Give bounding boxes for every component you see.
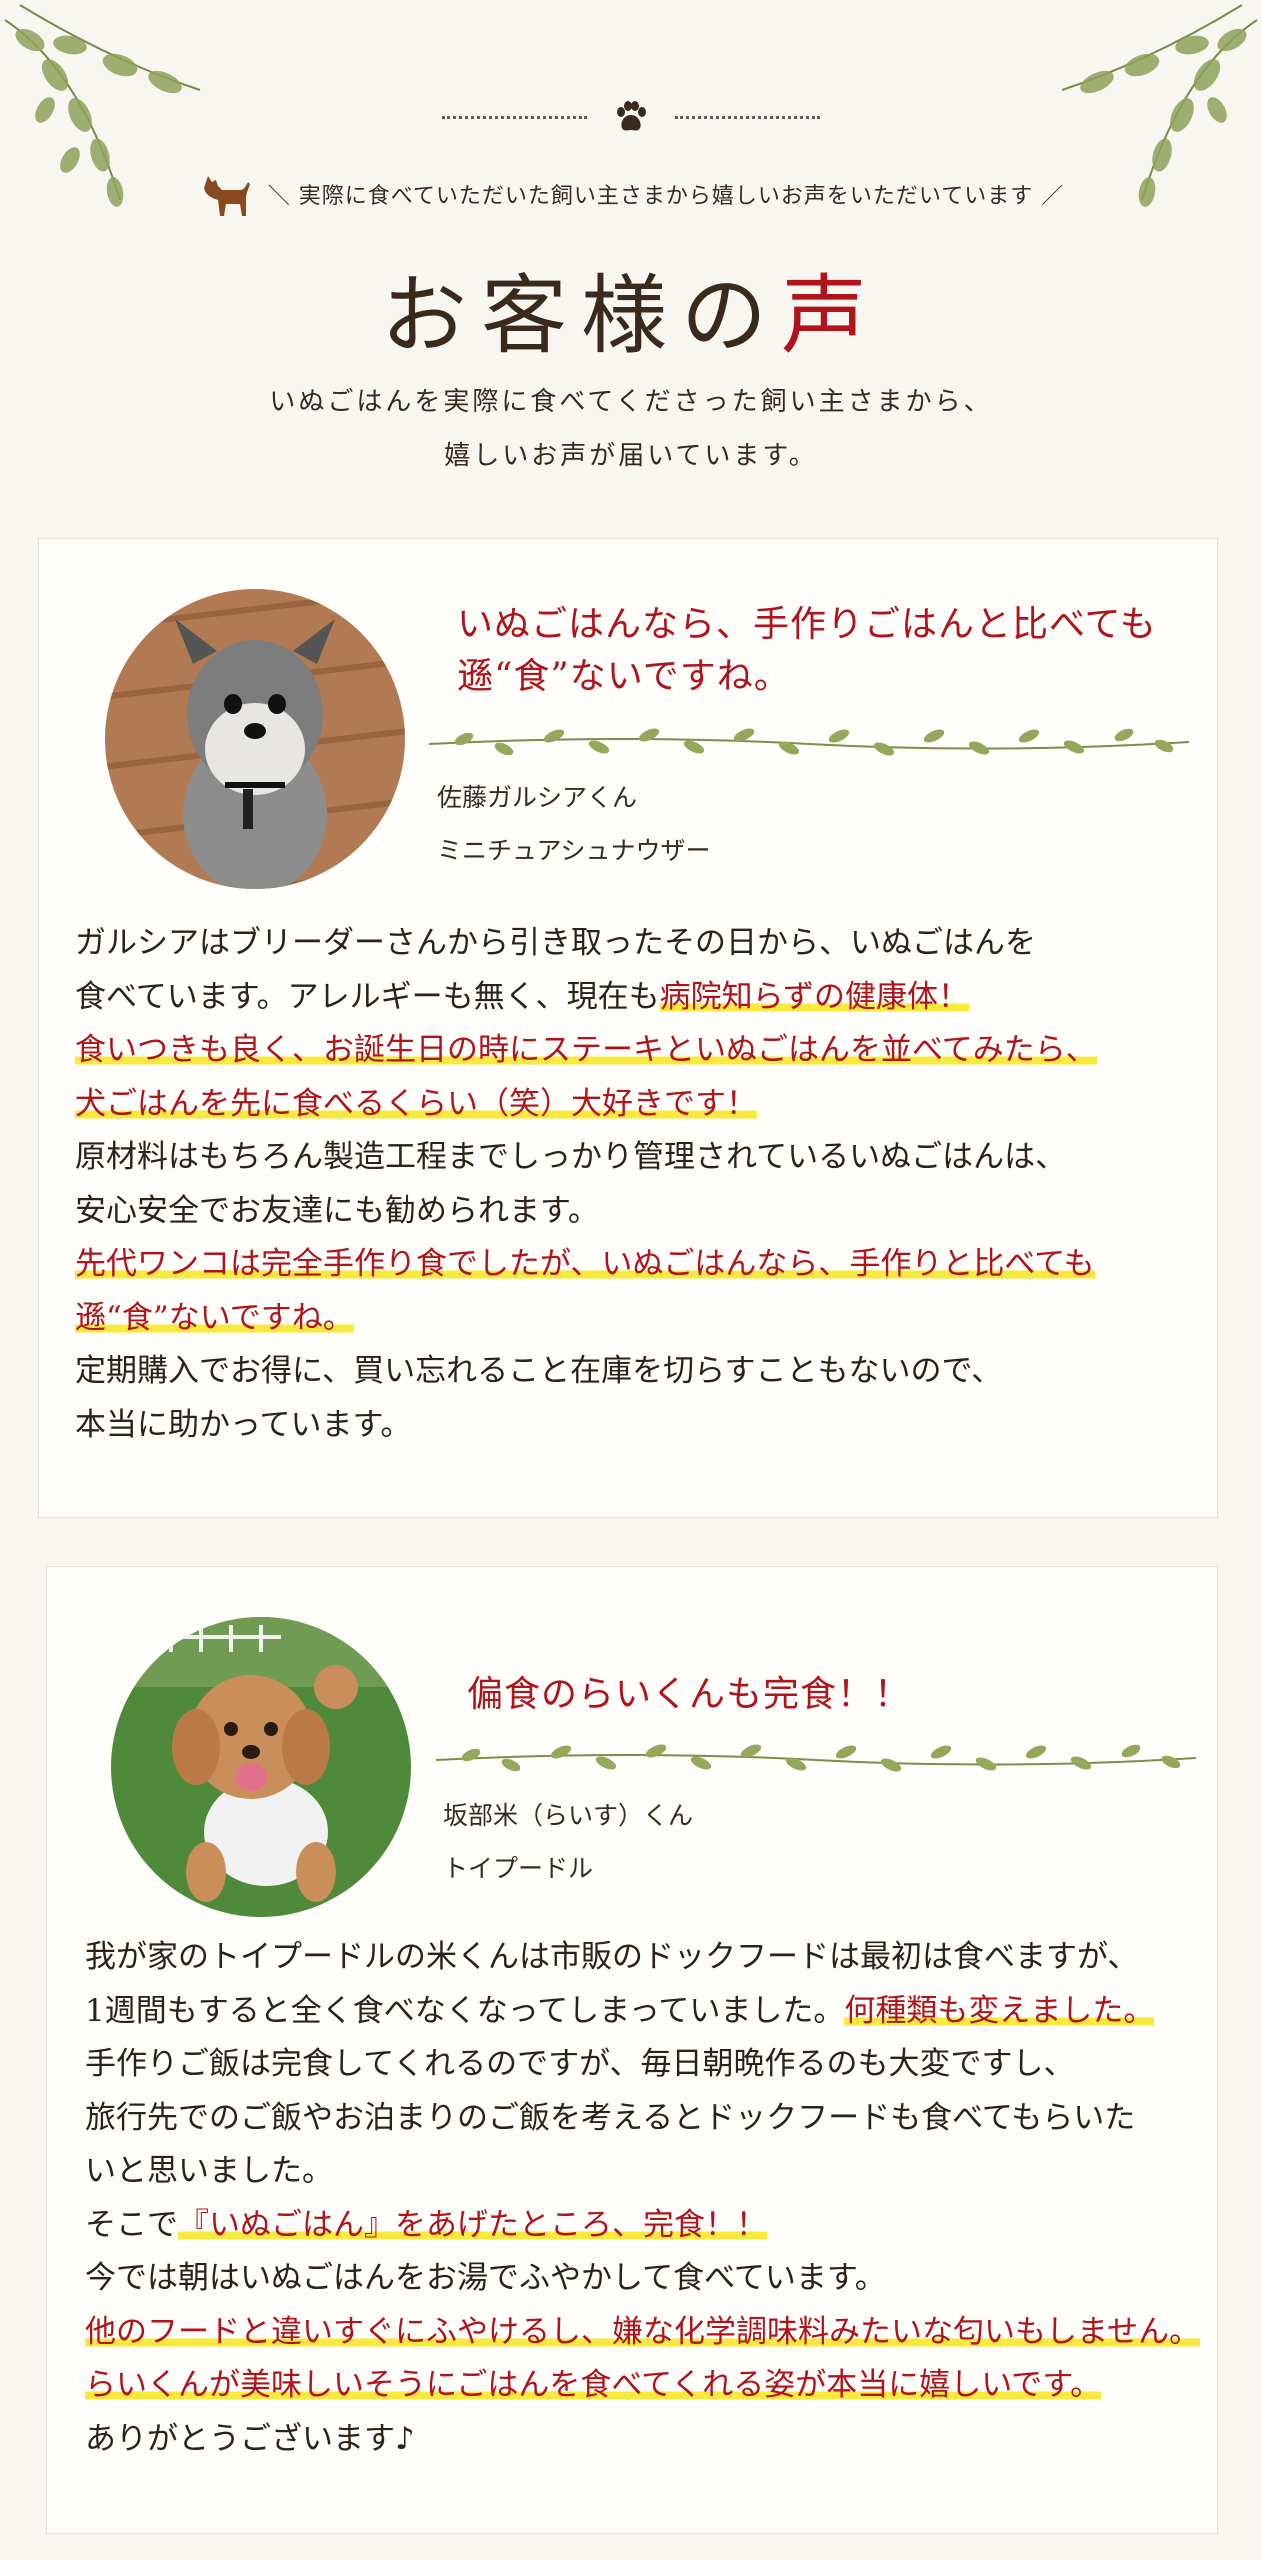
dotted-line-right — [675, 115, 820, 119]
body-line: そこで『いぬごはん』をあげたところ、完食！！ — [85, 2199, 1200, 2253]
body-text: 原材料はもちろん製造工程までしっかり管理されているいぬごはんは、 — [75, 1139, 1067, 1175]
title-main: お客様の — [381, 266, 781, 366]
body-line: 他のフードと違いすぐにふやけるし、嫌な化学調味料みたいな匂いもしません。 — [85, 2306, 1201, 2360]
headline-line-1: 偏食のらいくんも完食！！ — [467, 1674, 912, 1715]
body-line: 手作りご飯は完食してくれるのですが、毎日朝晩作るのも大変ですし、 — [85, 2038, 1200, 2092]
body-line: 安心安全でお友達にも勧められます。 — [75, 1185, 1097, 1239]
intro-line-2: 嬉しいお声が届いています。 — [444, 441, 818, 471]
body-line: ガルシアはブリーダーさんから引き取ったその日から、いぬごはんを — [75, 917, 1097, 971]
body-text: いと思いました。 — [85, 2153, 333, 2189]
dog-name: 坂部米（らいす）くん — [443, 1801, 694, 1830]
body-line: 食いつきも良く、お誕生日の時にステーキといぬごはんを並べてみたら、 — [75, 1024, 1097, 1078]
highlighted-text: 犬ごはんを先に食べるくらい（笑）大好きです！ — [75, 1085, 757, 1122]
body-text: 安心安全でお友達にも勧められます。 — [75, 1192, 599, 1229]
body-text: 旅行先でのご飯やお泊まりのご飯を考えるとドックフードも食べてもらいた — [85, 2099, 1136, 2136]
highlighted-text: らいくんが美味しいそうにごはんを食べてくれる姿が本当に嬉しいです。 — [85, 2367, 1102, 2403]
body-line: 旅行先でのご飯やお泊まりのご飯を考えるとドックフードも食べてもらいた — [85, 2092, 1200, 2146]
paw-icon — [617, 101, 646, 131]
dog-photo-schnauzer — [105, 589, 405, 889]
testimonial-headline: 偏食のらいくんも完食！！ — [467, 1669, 1187, 1721]
testimonial-body: 我が家のトイプードルの米くんは市販のドックフードは最初は食べますが、 1週間もする… — [85, 1931, 1201, 2467]
body-line: 食べています。アレルギーも無く、現在も病院知らずの健康体！ — [75, 971, 1097, 1025]
body-text: 定期購入でお得に、買い忘れること在庫を切らすこともないので、 — [75, 1353, 1003, 1389]
dog-breed: ミニチュアシュナウザー — [437, 836, 711, 865]
highlighted-text: 『いぬごはん』をあげたところ、完食！！ — [178, 2206, 767, 2243]
body-line: 定期購入でお得に、買い忘れること在庫を切らすこともないので、 — [75, 1345, 1097, 1399]
dog-breed: トイプードル — [443, 1854, 594, 1883]
testimonial-body: ガルシアはブリーダーさんから引き取ったその日から、いぬごはんを 食べています。アレ… — [75, 917, 1097, 1452]
dog-name: 佐藤ガルシアくん — [437, 783, 638, 812]
testimonial-card-1: いぬごはんなら、手作りごはんと比べても 遜“食”ないですね。 佐藤ガルシアくん … — [38, 538, 1218, 1518]
highlighted-text: 遜“食”ないですね。 — [75, 1299, 354, 1336]
highlighted-text: 食いつきも良く、お誕生日の時にステーキといぬごはんを並べてみたら、 — [75, 1032, 1097, 1068]
header-section: ＼ 実際に食べていただいた飼い主さまから嬉しいお声をいただいています ／ お客様… — [0, 0, 1262, 520]
body-line: 今では朝はいぬごはんをお湯でふやかして食べています。 — [85, 2252, 1200, 2306]
highlighted-text: 病院知らずの健康体！ — [659, 978, 970, 1015]
body-text: 我が家のトイプードルの米くんは市販のドックフードは最初は食べますが、 — [85, 1939, 1139, 1975]
dog-meta: 坂部米（らいす）くん トイプードル — [443, 1789, 693, 1895]
testimonial-headline: いぬごはんなら、手作りごはんと比べても 遜“食”ないですね。 — [457, 599, 1197, 703]
dog-meta: 佐藤ガルシアくん ミニチュアシュナウザー — [437, 771, 711, 877]
eyebrow-text: ＼ 実際に食べていただいた飼い主さまから嬉しいお声をいただいています ／ — [267, 184, 1065, 209]
highlighted-text: 他のフードと違いすぐにふやけるし、嫌な化学調味料みたいな匂いもしません。 — [85, 2313, 1201, 2350]
vine-divider — [428, 728, 1190, 756]
body-line: 原材料はもちろん製造工程までしっかり管理されているいぬごはんは、 — [75, 1131, 1097, 1185]
vine-divider — [435, 1744, 1197, 1772]
title-accent: 声 — [781, 266, 881, 366]
headline-line-2: 遜“食”ないですね。 — [457, 656, 791, 697]
body-text: 本当に助かっています。 — [75, 1406, 412, 1443]
body-line: いと思いました。 — [85, 2145, 1200, 2199]
headline-line-1: いぬごはんなら、手作りごはんと比べても — [457, 604, 1157, 645]
body-line: 遜“食”ないですね。 — [75, 1292, 1097, 1346]
testimonial-card-2: 偏食のらいくんも完食！！ 坂部米（らいす）くん トイプードル 我が家のトイプード… — [46, 1566, 1218, 2534]
dotted-line-left — [442, 115, 587, 119]
body-text: 1週間もすると全く食べなくなってしまっていました。 — [85, 1992, 845, 2029]
highlighted-text: 何種類も変えました。 — [844, 1992, 1155, 2029]
paw-divider — [0, 100, 1262, 134]
dog-silhouette-icon — [203, 176, 250, 216]
body-line: 1週間もすると全く食べなくなってしまっていました。何種類も変えました。 — [85, 1985, 1200, 2039]
body-line: 犬ごはんを先に食べるくらい（笑）大好きです！ — [75, 1078, 1097, 1132]
body-line: 先代ワンコは完全手作り食でしたが、いぬごはんなら、手作りと比べても — [75, 1238, 1097, 1292]
page-title: お客様の声 — [0, 245, 1262, 370]
intro-line-1: いぬごはんを実際に食べてくださった飼い主さまから、 — [269, 387, 993, 417]
body-text: ありがとうございます♪ — [85, 2420, 415, 2457]
body-line: ありがとうございます♪ — [85, 2413, 1200, 2467]
eyebrow-row: ＼ 実際に食べていただいた飼い主さまから嬉しいお声をいただいています ／ — [0, 168, 1262, 220]
intro-text: いぬごはんを実際に食べてくださった飼い主さまから、 嬉しいお声が届いています。 — [0, 375, 1262, 483]
body-line: 我が家のトイプードルの米くんは市販のドックフードは最初は食べますが、 — [85, 1931, 1200, 1985]
body-line: 本当に助かっています。 — [75, 1399, 1097, 1453]
body-text: 手作りご飯は完食してくれるのですが、毎日朝晩作るのも大変ですし、 — [85, 2046, 1075, 2082]
dog-photo-toy-poodle — [111, 1617, 411, 1917]
body-text: ガルシアはブリーダーさんから引き取ったその日から、いぬごはんを — [75, 925, 1036, 961]
body-text: そこで — [85, 2206, 178, 2243]
body-text: 今では朝はいぬごはんをお湯でふやかして食べています。 — [85, 2260, 886, 2296]
body-text: 食べています。アレルギーも無く、現在も — [75, 978, 660, 1015]
body-line: らいくんが美味しいそうにごはんを食べてくれる姿が本当に嬉しいです。 — [85, 2359, 1200, 2413]
highlighted-text: 先代ワンコは完全手作り食でしたが、いぬごはんなら、手作りと比べても — [75, 1246, 1095, 1282]
